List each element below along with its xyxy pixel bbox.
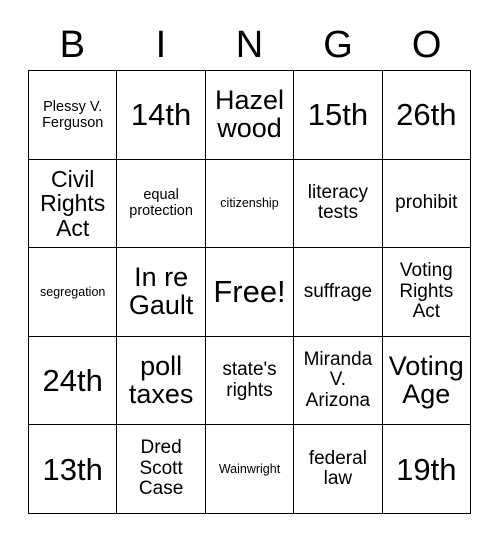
bingo-cell-label: poll taxes [128,350,194,409]
bingo-cell-n2[interactable]: citizenship [205,159,295,249]
bingo-cell-label: Free! [213,274,286,310]
bingo-cell-b3[interactable]: segregation [29,248,118,337]
bingo-cell-o4[interactable]: Voting Age [382,336,471,426]
bingo-cell-b4[interactable]: 24th [29,336,118,426]
bingo-cell-g1[interactable]: 15th [294,71,383,160]
bingo-cell-n4[interactable]: state's rights [205,336,295,426]
bingo-cell-label: Wainwright [218,462,281,476]
bingo-cell-label: Plessy V. Ferguson [42,98,104,131]
bingo-cell-i4[interactable]: poll taxes [117,336,206,426]
bingo-cell-i2[interactable]: equal protection [117,159,206,249]
bingo-cell-label: federal law [308,447,367,490]
bingo-cell-o3[interactable]: Voting Rights Act [382,248,471,337]
bingo-cell-n1[interactable]: Hazelwood [205,71,295,160]
bingo-cell-label: suffrage [303,280,373,302]
bingo-cell-label: Voting Age [388,350,464,409]
bingo-cell-label: 19th [396,451,457,487]
bingo-header-letter-g: G [323,24,353,66]
bingo-card: B I N G O Plessy V. Ferguson 14th Hazelw… [0,0,500,544]
bingo-cell-g5[interactable]: federal law [294,425,383,514]
bingo-cell-label: Civil Rights Act [40,165,106,241]
bingo-cell-label: Miranda V. Arizona [303,348,373,411]
bingo-cell-b1[interactable]: Plessy V. Ferguson [29,71,118,160]
bingo-cell-b5[interactable]: 13th [29,425,118,514]
bingo-grid: Plessy V. Ferguson 14th Hazelwood 15th 2… [28,70,471,514]
bingo-cell-label: equal protection [129,187,193,220]
bingo-cell-label: 15th [307,97,369,133]
bingo-cell-g3[interactable]: suffrage [294,248,383,337]
bingo-cell-label: state's rights [222,359,277,401]
bingo-cell-label: 13th [42,451,103,487]
bingo-cell-i5[interactable]: Dred Scott Case [117,425,206,514]
bingo-cell-n5[interactable]: Wainwright [205,425,295,514]
bingo-cell-label: segregation [40,284,106,299]
bingo-header-letter-b: B [59,24,85,66]
bingo-cell-label: Hazelwood [214,85,284,143]
bingo-cell-label: prohibit [395,192,458,214]
bingo-cell-label: Dred Scott Case [138,437,184,500]
bingo-cell-g2[interactable]: literacy tests [294,159,383,249]
bingo-cell-b2[interactable]: Civil Rights Act [29,159,118,249]
bingo-cell-o2[interactable]: prohibit [382,159,471,249]
bingo-cell-label: In re Gault [128,262,194,320]
bingo-header-letter-o: O [411,24,442,66]
bingo-header-row: B I N G O [28,20,471,70]
bingo-cell-i1[interactable]: 14th [117,71,206,160]
bingo-cell-label: citizenship [220,196,279,211]
bingo-cell-label: 14th [130,97,192,133]
bingo-cell-label: Voting Rights Act [399,260,454,323]
bingo-cell-o1[interactable]: 26th [382,71,471,160]
bingo-cell-i3[interactable]: In re Gault [117,248,206,337]
bingo-header-letter-i: I [155,24,167,66]
bingo-cell-free-space[interactable]: Free! [205,248,295,337]
bingo-cell-o5[interactable]: 19th [382,425,471,514]
bingo-header-letter-n: N [235,24,264,66]
bingo-cell-g4[interactable]: Miranda V. Arizona [294,336,383,426]
bingo-cell-label: 26th [396,97,457,133]
bingo-cell-label: 24th [42,363,103,399]
bingo-cell-label: literacy tests [307,181,368,224]
